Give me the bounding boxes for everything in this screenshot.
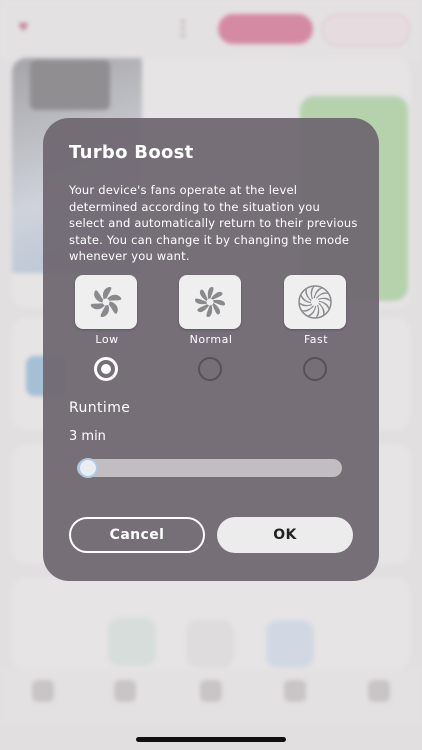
fan-normal-icon <box>195 287 225 317</box>
turbo-boost-dialog: Turbo Boost Your device's fans operate a… <box>43 118 379 581</box>
fan-low-icon <box>90 287 122 317</box>
mode-option-normal[interactable]: Normal <box>179 275 243 346</box>
runtime-label: Runtime <box>69 400 131 416</box>
dialog-description: Your device's fans operate at the level … <box>69 183 358 263</box>
mode-tile-low[interactable] <box>75 275 137 329</box>
cancel-button[interactable]: Cancel <box>69 517 205 553</box>
mode-tile-normal[interactable] <box>179 275 241 329</box>
dialog-title: Turbo Boost <box>69 142 194 163</box>
runtime-slider-track[interactable] <box>77 459 342 477</box>
runtime-slider-thumb[interactable] <box>78 458 98 478</box>
mode-radio-low[interactable] <box>94 357 118 381</box>
mode-label-normal: Normal <box>189 333 233 346</box>
ok-button[interactable]: OK <box>217 517 353 553</box>
home-indicator <box>136 737 286 742</box>
mode-option-fast[interactable]: Fast <box>284 275 348 346</box>
mode-label-fast: Fast <box>303 333 329 346</box>
mode-label-low: Low <box>95 333 119 346</box>
mode-radio-normal[interactable] <box>198 357 222 381</box>
runtime-value: 3 min <box>69 429 106 444</box>
mode-option-low[interactable]: Low <box>75 275 139 346</box>
mode-tile-fast[interactable] <box>284 275 346 329</box>
mode-radio-fast[interactable] <box>303 357 327 381</box>
fan-fast-icon <box>298 285 332 319</box>
